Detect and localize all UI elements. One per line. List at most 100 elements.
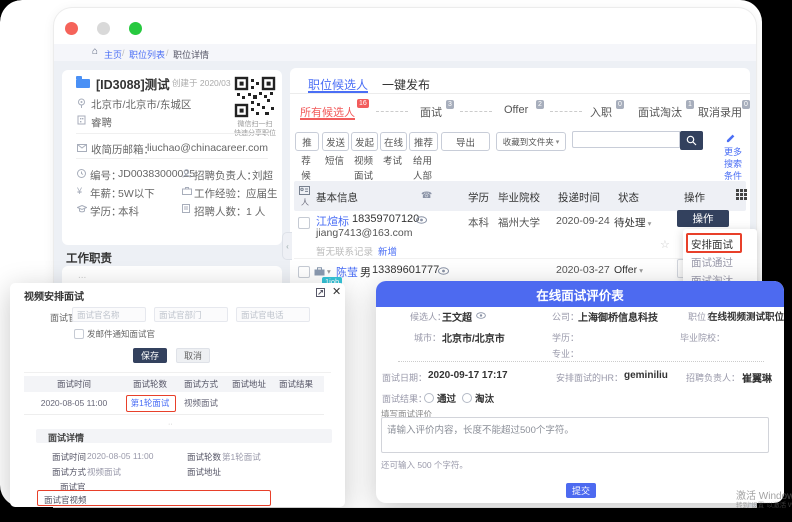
graduation-icon [77, 205, 87, 213]
interviewer-name-input[interactable] [72, 307, 146, 322]
notify-checkbox[interactable] [74, 329, 84, 339]
stage-interview-fail[interactable]: 面试淘汰 [638, 104, 682, 120]
action-button[interactable]: 操作 [677, 210, 729, 227]
interviewer-phone-input[interactable] [236, 307, 310, 322]
candidate-status-dropdown[interactable]: 待处理 ▾ [614, 215, 651, 230]
candidate-status-dropdown[interactable]: Offer ▾ [614, 264, 643, 276]
interviewer-dept-input[interactable] [154, 307, 228, 322]
stage-interview[interactable]: 面试 [420, 104, 442, 120]
breadcrumb-job-list[interactable]: 职位列表 [129, 48, 165, 61]
button-label: 操作 [693, 211, 714, 226]
divider [76, 158, 268, 159]
result-label: 面试结果： [382, 392, 427, 405]
menu-item-schedule-interview[interactable]: 安排面试 [691, 237, 733, 252]
button-label: 导出 [456, 135, 475, 149]
radio-fail-label[interactable]: 淘汰 [475, 391, 494, 405]
radio-pass-label[interactable]: 通过 [437, 391, 456, 405]
online-eval-modal: 在线面试评价表 候选人： 王文超 公司： 上海御桥信息科技 职位： 在线视频测试… [376, 281, 784, 503]
detail-section-title: 面试详情 [48, 431, 84, 444]
candidate-apply-date: 2020-03-27 [556, 264, 610, 276]
detail-label: 面试地址 [187, 466, 221, 478]
no-contact-note: 暂无联系记录 [316, 244, 373, 258]
modal-title: 视频安排面试 [24, 288, 84, 303]
more-search-line: 条件 [724, 171, 742, 181]
close-icon[interactable]: ✕ [332, 285, 341, 298]
panel-collapse-handle[interactable]: ‹ [282, 232, 292, 260]
star-icon[interactable]: ☆ [660, 238, 670, 251]
candidate-email: jiang7413@163.com [316, 227, 412, 239]
school-label: 毕业院校： [680, 331, 725, 344]
recommend-to-dept-button[interactable]: 推荐 [409, 132, 438, 151]
menu-item-interview-pass[interactable]: 面试通过 [691, 255, 733, 270]
eval-modal-title: 在线面试评价表 [536, 285, 624, 304]
submit-button[interactable]: 提交 [566, 483, 596, 498]
job-created: 创建于 2020/03 [172, 77, 231, 89]
candidate-value: 王文超 [442, 309, 472, 324]
save-button[interactable]: 保存 [133, 348, 167, 363]
major-label: 专业： [552, 347, 579, 360]
building-icon [77, 115, 86, 125]
grid-view-icon[interactable] [736, 189, 747, 200]
cancel-button[interactable]: 取消 [176, 348, 210, 363]
eye-icon[interactable] [416, 216, 427, 224]
window-zoom-dot[interactable] [129, 22, 142, 35]
eye-icon[interactable] [438, 267, 449, 275]
radio-pass[interactable] [424, 393, 434, 403]
stage-onboard[interactable]: 入职 [590, 104, 612, 120]
button-label: 发送 [326, 135, 345, 149]
id-card-icon [299, 186, 310, 195]
table-header-degree: 学历 [468, 190, 489, 205]
table-header-action: 操作 [684, 190, 705, 205]
rounds-table-row[interactable]: 2020-08-05 11:00 第1轮面试 视频面试 [24, 392, 324, 415]
breadcrumb-home[interactable]: 主页 [104, 48, 122, 61]
tab-one-click-publish[interactable]: 一键发布 [382, 76, 430, 93]
expand-icon[interactable] [316, 288, 325, 297]
rounds-col-round: 面试轮数 [124, 378, 176, 390]
tab-active-underline [308, 91, 368, 93]
button-label-wrap: 面试 [351, 168, 376, 182]
interview-date-label: 面试日期： [382, 371, 427, 384]
collect-to-folder-dropdown[interactable]: 收藏到文件夹▾ [496, 132, 566, 151]
start-video-interview-button[interactable]: 发起 [351, 132, 378, 151]
row-checkbox[interactable] [298, 217, 310, 229]
interview-date-value: 2020-09-17 17:17 [428, 370, 508, 381]
window-close-dot[interactable] [65, 22, 78, 35]
comment-textarea[interactable] [381, 417, 769, 453]
location-pin-icon [77, 98, 86, 109]
radio-fail[interactable] [462, 393, 472, 403]
folder-icon-tab [76, 76, 82, 79]
pencil-icon [726, 134, 735, 143]
send-sms-button[interactable]: 发送 [322, 132, 349, 151]
button-label-wrap: 人部 [409, 168, 436, 182]
phone-column-icon: ☎ [421, 190, 432, 201]
detail-label: 面试官 [60, 481, 86, 493]
stage-dash [376, 111, 408, 113]
eye-icon[interactable] [476, 312, 486, 319]
document-icon [182, 204, 190, 213]
add-contact-link[interactable]: 新增 [378, 244, 397, 258]
window-minimize-dot[interactable] [97, 22, 110, 35]
job-company: 睿聘 [91, 115, 112, 130]
breadcrumb-sep: / [122, 48, 125, 58]
home-icon: ⌂ [92, 46, 98, 57]
position-value: 在线视频测试职位 [708, 309, 784, 323]
online-exam-button[interactable]: 在线 [380, 132, 407, 151]
detail-value: 第1轮面试 [222, 451, 261, 463]
detail-label: 面试轮数 [187, 451, 221, 463]
job-duty-section-title: 工作职责 [66, 250, 112, 266]
chevron-down-icon[interactable]: ▾ [327, 267, 331, 276]
windows-activation-watermark-sub: 转到"设置"以激活 Windows。 [736, 499, 792, 509]
export-button[interactable]: 导出 [441, 132, 490, 151]
search-input[interactable] [572, 131, 680, 148]
recommend-candidate-button[interactable]: 推 [295, 132, 319, 151]
id-clock-icon [77, 169, 86, 178]
job-field-label: 学历： [90, 204, 122, 219]
search-button[interactable] [680, 131, 703, 150]
row-checkbox[interactable] [298, 266, 310, 278]
more-search-link[interactable]: 更多搜索条件 [722, 146, 744, 182]
table-header-date: 投递时间 [558, 190, 600, 205]
stage-cancel-offer[interactable]: 取消录用 [698, 104, 742, 120]
stage-count-badge: 2 [536, 100, 544, 109]
round-link[interactable]: 第1轮面试 [124, 397, 176, 409]
stage-offer[interactable]: Offer [504, 104, 528, 116]
